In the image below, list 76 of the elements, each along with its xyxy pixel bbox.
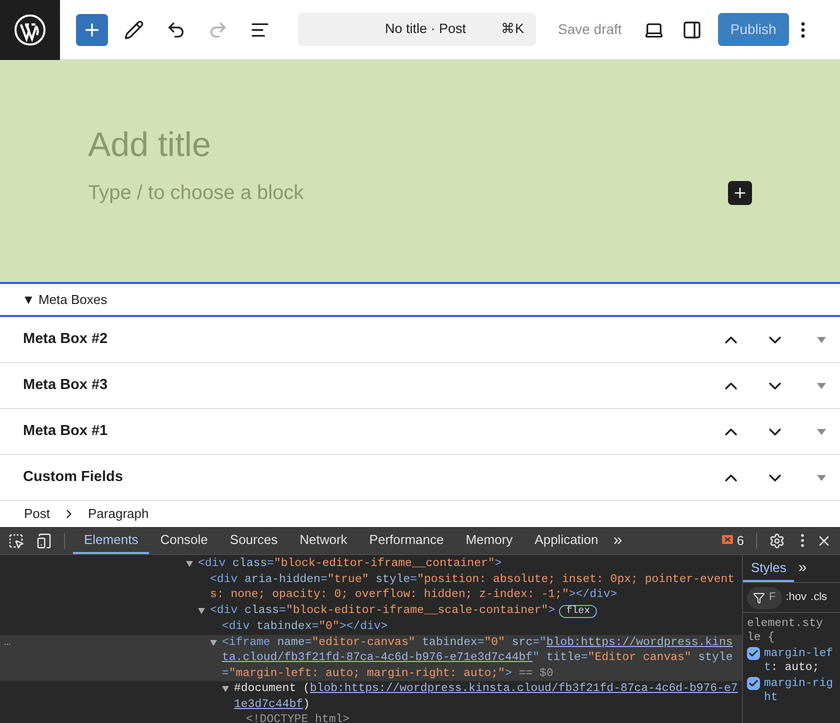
plus-icon <box>732 185 748 201</box>
dom-node-text: <iframe name="editor-canvas" tabindex="0" src="blob:https://wordpress.kinsta.cloud/fb3f21fd-87ca-4c6d-b976-e71e3d7c44bf" title="Editor canvas" style ="margin-left: auto; margin-right: auto;"> == $0 <box>222 634 734 681</box>
meta-box-title: Custom Fields <box>23 468 124 487</box>
settings-icon <box>769 532 785 548</box>
meta-box-panel[interactable]: Meta Box #1 <box>0 409 840 455</box>
devtools-tab[interactable]: Network <box>288 527 358 554</box>
toggle-caret-icon[interactable] <box>817 428 826 434</box>
toggle-caret-icon[interactable] <box>817 474 826 480</box>
devtools-tab[interactable]: Console <box>149 527 219 554</box>
dom-node-row[interactable]: <div tabindex="0"></div> <box>0 619 742 634</box>
more-tabs-button[interactable]: » <box>613 528 622 552</box>
add-block-button[interactable] <box>728 181 752 205</box>
more-panes-button[interactable]: » <box>798 557 807 580</box>
expand-arrow-icon[interactable] <box>186 561 193 567</box>
meta-boxes-heading[interactable]: ▼ Meta Boxes <box>22 290 108 310</box>
dom-node-text: <div class="block-editor-iframe__container"> <box>198 556 503 572</box>
hov-toggle[interactable]: :hov <box>786 589 807 606</box>
devtools-tab[interactable]: Elements <box>73 527 150 554</box>
inspect-element-icon <box>8 532 24 548</box>
styles-tab[interactable]: Styles <box>743 555 794 582</box>
dom-node-text: <!DOCTYPE html> <box>246 712 351 723</box>
property-checkbox[interactable] <box>747 647 760 660</box>
flex-badge[interactable]: flex <box>559 604 598 618</box>
filter-icon <box>753 592 765 604</box>
style-property: margin-left: auto; <box>764 647 834 675</box>
dom-node-row[interactable]: <div class="block-editor-iframe__container"> <box>0 556 742 572</box>
meta-box-panel[interactable]: Custom Fields <box>0 455 840 501</box>
expand-arrow-icon[interactable] <box>222 686 229 692</box>
dom-node-row[interactable]: #document (blob:https://wordpress.kinsta.cloud/fb3f21fd-87ca-4c6d-b976-e71e3d7c44bf) <box>0 681 742 712</box>
meta-box-title: Meta Box #2 <box>23 330 109 349</box>
toggle-caret-icon[interactable] <box>817 382 826 388</box>
redo-icon <box>208 20 228 40</box>
settings-sidebar-button[interactable] <box>682 20 702 40</box>
devtools-tab[interactable]: Performance <box>358 527 455 554</box>
toggle-caret-icon[interactable] <box>817 336 826 342</box>
expand-arrow-icon[interactable] <box>210 640 217 646</box>
meta-box-title: Meta Box #1 <box>23 422 109 441</box>
filter-field[interactable]: F <box>747 586 782 608</box>
document-title: No title · Post <box>384 20 467 38</box>
meta-box-panel[interactable]: Meta Box #3 <box>0 363 840 409</box>
more-options-icon[interactable] <box>801 534 804 547</box>
devtools-tab[interactable]: Application <box>524 527 610 554</box>
dom-node-row[interactable]: <div aria-hidden="true" style="position: absolute; inset: 0px; pointer-events: none; opacity: 0; overflow: hidden; z-index: -1;"></div> <box>0 572 742 602</box>
dom-node-row[interactable]: <div class="block-editor-iframe__scale-container"> flex <box>0 602 742 619</box>
wordpress-logo[interactable] <box>0 0 60 60</box>
wordpress-logo-icon <box>14 14 46 46</box>
command-bar[interactable]: No title · Post ⌘K <box>298 13 536 46</box>
dom-node-text: #document (blob:https://wordpress.kinsta.cloud/fb3f21fd-87ca-4c6d-b976-e71e3d7c44bf) <box>234 681 739 712</box>
property-checkbox[interactable] <box>747 677 760 690</box>
tools-icon <box>124 20 144 40</box>
options-button[interactable] <box>800 22 805 38</box>
shortcut-hint: ⌘K <box>500 20 524 38</box>
issue-icon <box>722 535 733 546</box>
dom-node-row[interactable]: … <iframe name="editor-canvas" tabindex="0" src="blob:https://wordpress.kinsta.cloud/fb3f21fd-87ca-4c6d-b976-e71e3d7c44bf" title="Editor canvas" style ="margin-left: auto; margin-right: auto;"> == $0 <box>0 634 742 681</box>
device-toolbar-icon <box>36 532 52 548</box>
devtools-tab[interactable]: Sources <box>218 527 289 554</box>
dom-node-text: <div aria-hidden="true" style="position: absolute; inset: 0px; pointer-events: none; opacity: 0; overflow: hidden; z-index: -1;"></div> <box>210 572 736 602</box>
dom-node-text: <div class="block-editor-iframe__scale-container"> flex <box>210 602 742 619</box>
check-icon <box>748 678 759 689</box>
sidebar-icon <box>682 20 702 40</box>
check-icon <box>748 648 759 659</box>
cls-toggle[interactable]: .cls <box>810 589 828 606</box>
devtools-tab[interactable]: Memory <box>454 527 524 554</box>
dom-node-row[interactable]: <!DOCTYPE html> <box>0 712 742 723</box>
style-selector: element.style { <box>747 617 824 645</box>
gutter-dots[interactable]: … <box>4 636 11 648</box>
dom-node-text: <div tabindex="0"></div> <box>222 619 389 634</box>
expand-arrow-icon[interactable] <box>198 608 205 614</box>
breadcrumb-link[interactable]: Post <box>24 504 50 524</box>
undo-icon <box>166 20 186 40</box>
meta-box-title: Meta Box #3 <box>23 376 109 395</box>
meta-box-panel[interactable]: Meta Box #2 <box>0 317 840 363</box>
more-options-icon <box>800 22 805 38</box>
issues-badge[interactable]: 6 <box>722 530 744 550</box>
breadcrumb-link[interactable]: Paragraph <box>88 504 149 524</box>
style-property: margin-right <box>764 677 834 705</box>
